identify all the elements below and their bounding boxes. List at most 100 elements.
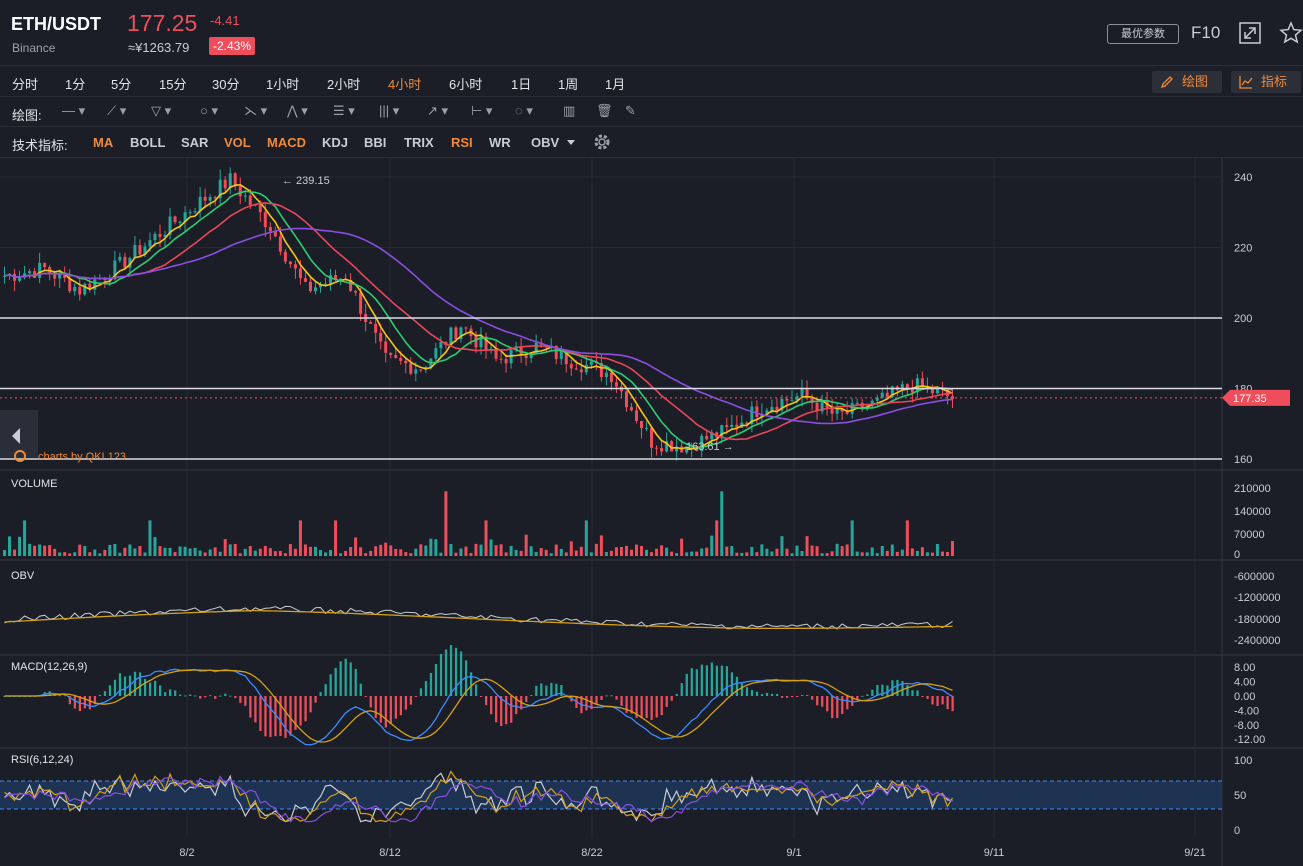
volume-bar xyxy=(504,552,508,556)
volume-bar xyxy=(835,543,839,556)
note-tool-icon[interactable]: ◌ ▾ xyxy=(515,103,533,119)
indicator-obv[interactable]: OBV xyxy=(531,135,559,150)
expand-icon[interactable] xyxy=(1238,21,1262,45)
ma5-line xyxy=(4,183,953,450)
tf-1d[interactable]: 1日 xyxy=(511,74,531,93)
indicator-kdj[interactable]: KDJ xyxy=(322,135,348,150)
macd-hist-bar xyxy=(505,696,508,725)
measure-tool-icon[interactable]: ⊢ ▾ xyxy=(471,103,492,119)
volume-bar xyxy=(815,546,819,556)
volume-bar xyxy=(735,552,739,556)
tf-1m[interactable]: 1分 xyxy=(65,74,85,93)
fib-tool-icon[interactable]: ☰ ▾ xyxy=(333,103,355,119)
volume-bar xyxy=(680,538,684,556)
volume-bar xyxy=(705,547,709,556)
tf-2h[interactable]: 2小时 xyxy=(327,74,360,93)
indicator-wr[interactable]: WR xyxy=(489,135,511,150)
volume-bar xyxy=(354,537,358,556)
macd-hist-bar xyxy=(354,668,357,696)
volume-bar xyxy=(850,520,854,556)
indicator-boll[interactable]: BOLL xyxy=(130,135,165,150)
candle-body xyxy=(855,402,859,404)
trash-icon[interactable]: 🗑 xyxy=(596,103,613,119)
chevron-down-icon[interactable] xyxy=(566,139,576,147)
macd-hist-bar xyxy=(595,696,598,704)
circle-tool-icon[interactable]: ○ ▾ xyxy=(200,103,218,119)
tf-fenshi[interactable]: 分时 xyxy=(12,74,38,93)
tf-15m[interactable]: 15分 xyxy=(159,74,186,93)
macd-hist-bar xyxy=(740,683,744,696)
volume-bar xyxy=(614,547,618,556)
indicator-trix[interactable]: TRIX xyxy=(404,135,434,150)
volume-bar xyxy=(33,545,37,556)
indicator-sar[interactable]: SAR xyxy=(181,135,208,150)
f10-button[interactable]: F10 xyxy=(1191,23,1220,43)
tf-30m[interactable]: 30分 xyxy=(212,74,239,93)
tf-5m[interactable]: 5分 xyxy=(111,74,131,93)
candle-body xyxy=(634,410,639,421)
indicator-macd[interactable]: MACD xyxy=(267,135,306,150)
tf-1h[interactable]: 1小时 xyxy=(266,74,299,93)
candle-body xyxy=(640,420,644,429)
x-tick-label: 9/11 xyxy=(984,847,1005,859)
candle-body xyxy=(614,382,618,387)
triangle-tool-icon[interactable]: ▽ ▾ xyxy=(151,103,171,119)
volume-bar xyxy=(158,546,162,556)
candle-body xyxy=(38,262,42,278)
x-tick-label: 8/12 xyxy=(379,847,400,859)
macd-hist-bar xyxy=(108,685,112,696)
volume-bar xyxy=(148,520,152,556)
chart-area[interactable]: 240220200180160210000140000700000VOLUMEO… xyxy=(0,158,1303,866)
arrow-tool-icon[interactable]: ↗ ▾ xyxy=(427,103,448,119)
price-tick-label: 220 xyxy=(1234,243,1252,255)
macd-hist-bar xyxy=(931,696,934,705)
gear-icon[interactable] xyxy=(593,133,611,151)
macd-hist-bar xyxy=(88,696,92,710)
volume-bar xyxy=(559,548,563,556)
macd-hist-bar xyxy=(214,696,217,699)
macd-hist-bar xyxy=(535,685,538,696)
indicator-ma[interactable]: MA xyxy=(93,135,113,150)
magnet-icon[interactable]: ▥ xyxy=(563,103,575,119)
macd-hist-bar xyxy=(755,691,759,696)
macd-hist-bar xyxy=(485,696,488,706)
ray-tool-icon[interactable]: ⟋ ▾ xyxy=(107,103,126,119)
macd-hist-bar xyxy=(409,696,413,705)
volume-bar xyxy=(78,544,82,556)
volume-bar xyxy=(810,545,814,556)
indicator-toggle-button[interactable]: 指标 xyxy=(1231,71,1301,93)
channel-tool-icon[interactable]: ||| ▾ xyxy=(379,103,399,119)
macd-hist-bar xyxy=(911,690,914,696)
indicator-rsi[interactable]: RSI xyxy=(451,135,473,150)
star-icon[interactable] xyxy=(1279,21,1303,45)
macd-hist-bar xyxy=(510,696,513,723)
volume-bar xyxy=(830,551,834,556)
indicator-bbi[interactable]: BBI xyxy=(364,135,386,150)
macd-hist-bar xyxy=(429,672,433,696)
macd-hist-bar xyxy=(349,662,352,696)
tf-4h[interactable]: 4小时 xyxy=(388,74,421,93)
tf-6h[interactable]: 6小时 xyxy=(449,74,482,93)
macd-hist-bar xyxy=(103,691,107,696)
optimal-params-button[interactable]: 最优参数 xyxy=(1107,24,1179,44)
macd-hist-bar xyxy=(153,680,157,696)
macd-hist-bar xyxy=(199,696,202,699)
draw-toggle-button[interactable]: 绘图 xyxy=(1152,71,1222,93)
indicator-vol[interactable]: VOL xyxy=(224,135,251,150)
candle-body xyxy=(850,403,854,414)
macd-hist-bar xyxy=(339,661,342,696)
pattern-tool-icon[interactable]: ⋀ ▾ xyxy=(287,103,308,119)
candle-body xyxy=(504,359,508,364)
line-tool-icon[interactable]: — ▾ xyxy=(62,103,85,119)
volume-bar xyxy=(670,551,674,556)
eraser-icon[interactable]: ✎ xyxy=(625,103,636,119)
macd-hist-bar xyxy=(785,696,789,698)
path-tool-icon[interactable]: ⋋ ▾ xyxy=(244,103,267,119)
macd-hist-bar xyxy=(133,671,137,696)
tf-1w[interactable]: 1周 xyxy=(558,74,578,93)
macd-hist-bar xyxy=(158,685,162,696)
macd-hist-bar xyxy=(710,662,713,696)
tf-1mo[interactable]: 1月 xyxy=(605,74,625,93)
macd-hist-bar xyxy=(700,664,703,696)
candle-body xyxy=(524,355,528,359)
